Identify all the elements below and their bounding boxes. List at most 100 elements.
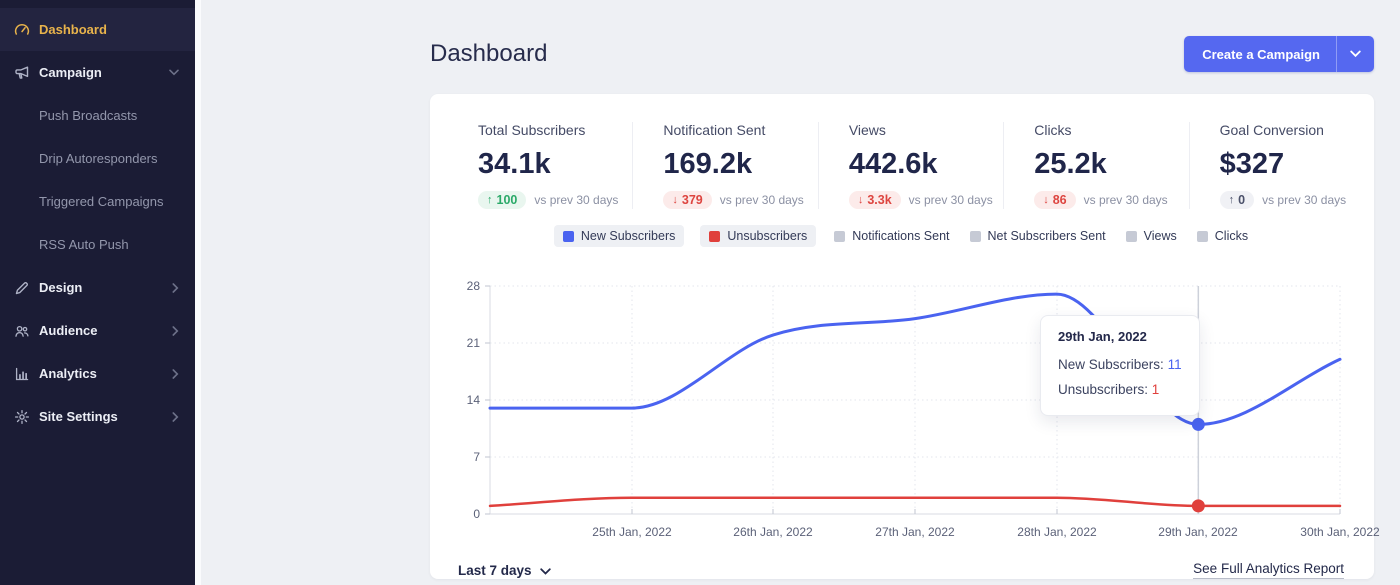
delta-suffix: vs prev 30 days — [1262, 193, 1347, 207]
gauge-icon — [14, 22, 30, 38]
stat-goal-conversion: Goal Conversion $327 ↑ 0 vs prev 30 days — [1188, 122, 1374, 209]
date-range-selector[interactable]: Last 7 days — [458, 563, 551, 578]
sidebar-item-label: Audience — [39, 323, 98, 338]
stat-delta: ↓ 379 vs prev 30 days — [663, 191, 817, 209]
delta-pill: ↓ 3.3k — [848, 191, 901, 209]
card-footer: Last 7 days See Full Analytics Report — [430, 551, 1374, 579]
tooltip-value: 1 — [1151, 382, 1160, 397]
chevron-down-icon — [539, 563, 551, 578]
stat-label: Notification Sent — [663, 122, 766, 138]
legend-label: Notifications Sent — [852, 229, 950, 243]
legend-label: Views — [1143, 229, 1177, 243]
date-range-label: Last 7 days — [458, 562, 532, 578]
stat-value: $327 — [1219, 148, 1285, 180]
stat-delta: ↑ 0 vs prev 30 days — [1219, 191, 1374, 209]
sidebar-item-label: Design — [39, 280, 83, 295]
stat-clicks: Clicks 25.2k ↓ 86 vs prev 30 days — [1003, 122, 1188, 209]
legend-swatch — [562, 230, 574, 242]
full-report-link[interactable]: See Full Analytics Report — [1193, 561, 1344, 579]
sidebar-item-triggered-campaigns[interactable]: Triggered Campaigns — [0, 180, 195, 223]
sidebar-item-dashboard[interactable]: Dashboard — [0, 8, 195, 51]
delta-value: 3.3k — [867, 193, 892, 207]
svg-text:27th Jan, 2022: 27th Jan, 2022 — [875, 525, 955, 539]
chart-gridlines — [490, 285, 1341, 514]
dashboard-card: Total Subscribers 34.1k ↑ 100 vs prev 30 … — [430, 94, 1380, 579]
svg-text:26th Jan, 2022: 26th Jan, 2022 — [733, 525, 813, 539]
sidebar-item-campaign[interactable]: Campaign — [0, 51, 195, 94]
sidebar-item-label: Campaign — [39, 65, 102, 80]
megaphone-icon — [14, 65, 30, 81]
chevron-right-icon — [172, 325, 179, 336]
stat-value: 34.1k — [478, 148, 551, 180]
legend-swatch — [969, 230, 981, 242]
stat-total-subscribers: Total Subscribers 34.1k ↑ 100 vs prev 30 … — [430, 122, 632, 209]
chevron-right-icon — [172, 411, 179, 422]
create-campaign-label: Create a Campaign — [1202, 46, 1320, 62]
sidebar-item-audience[interactable]: Audience — [0, 309, 195, 352]
sidebar-item-design[interactable]: Design — [0, 266, 195, 309]
tooltip-row: New Subscribers: 11 — [1058, 352, 1182, 377]
chevron-right-icon — [172, 368, 179, 379]
highlight-dot-new-subscribers[interactable] — [1191, 417, 1205, 431]
stats-row: Total Subscribers 34.1k ↑ 100 vs prev 30 … — [430, 122, 1374, 209]
legend-item-views[interactable]: Views — [1124, 225, 1179, 247]
series-line-unsubscribers — [488, 496, 1342, 508]
y-axis-labels: 0 7 14 21 28 — [467, 279, 481, 521]
bar-chart-icon — [14, 366, 30, 382]
pen-icon — [14, 280, 30, 296]
delta-value: 379 — [681, 193, 703, 207]
sidebar-item-rss-auto-push[interactable]: RSS Auto Push — [0, 223, 195, 266]
svg-text:14: 14 — [467, 393, 481, 407]
legend-label: Net Subscribers Sent — [987, 229, 1106, 243]
chart-tooltip: 29th Jan, 2022 New Subscribers: 11 Unsub… — [1040, 315, 1200, 416]
svg-text:7: 7 — [473, 450, 480, 464]
delta-pill: ↑ 100 — [478, 191, 527, 209]
svg-text:0: 0 — [473, 507, 480, 521]
delta-pill: ↓ 86 — [1034, 191, 1076, 209]
stat-delta: ↑ 100 vs prev 30 days — [478, 191, 632, 209]
sidebar-item-label: Site Settings — [39, 409, 118, 424]
page-header: Dashboard Create a Campaign — [430, 36, 1374, 72]
legend-label: Unsubscribers — [727, 229, 808, 243]
stat-delta: ↓ 3.3k vs prev 30 days — [848, 191, 1003, 209]
chart-svg: 0 7 14 21 28 25th Jan, 2022 26th Jan, 20… — [467, 279, 1380, 539]
sidebar-item-label: Triggered Campaigns — [39, 194, 164, 209]
delta-pill: ↓ 379 — [663, 191, 712, 209]
main-content: Dashboard Create a Campaign Total Subscr… — [201, 0, 1400, 585]
stat-value: 442.6k — [848, 148, 938, 180]
delta-value: 0 — [1238, 193, 1246, 207]
tooltip-label: New Subscribers: — [1058, 357, 1164, 372]
x-axis-labels: 25th Jan, 2022 26th Jan, 2022 27th Jan, … — [592, 525, 1380, 539]
legend-item-net-subscribers-sent[interactable]: Net Subscribers Sent — [968, 225, 1108, 247]
stat-label: Total Subscribers — [478, 122, 586, 138]
delta-value: 86 — [1052, 193, 1067, 207]
legend-item-new-subscribers[interactable]: New Subscribers — [553, 225, 685, 247]
create-campaign-button[interactable]: Create a Campaign — [1184, 36, 1374, 72]
chart-area: 0 7 14 21 28 25th Jan, 2022 26th Jan, 20… — [430, 251, 1380, 551]
delta-pill: ↑ 0 — [1219, 191, 1255, 209]
delta-suffix: vs prev 30 days — [719, 193, 804, 207]
sidebar-item-site-settings[interactable]: Site Settings — [0, 395, 195, 438]
sidebar: Dashboard Campaign Push Broadcasts Drip … — [0, 0, 195, 585]
sidebar-item-analytics[interactable]: Analytics — [0, 352, 195, 395]
legend-label: New Subscribers — [580, 229, 676, 243]
svg-text:28: 28 — [467, 279, 481, 293]
legend-item-clicks[interactable]: Clicks — [1195, 225, 1250, 247]
page-title: Dashboard — [430, 40, 548, 67]
sidebar-item-drip-autoresponders[interactable]: Drip Autoresponders — [0, 137, 195, 180]
legend-swatch — [1125, 230, 1137, 242]
stat-label: Clicks — [1034, 122, 1072, 138]
chevron-down-icon[interactable] — [1337, 36, 1374, 72]
sidebar-item-push-broadcasts[interactable]: Push Broadcasts — [0, 94, 195, 137]
sidebar-item-label: Drip Autoresponders — [39, 151, 158, 166]
legend-item-notifications-sent[interactable]: Notifications Sent — [832, 225, 951, 247]
sidebar-item-label: Dashboard — [39, 22, 107, 37]
tooltip-row: Unsubscribers: 1 — [1058, 377, 1182, 402]
svg-text:25th Jan, 2022: 25th Jan, 2022 — [592, 525, 672, 539]
svg-text:29th Jan, 2022: 29th Jan, 2022 — [1158, 525, 1238, 539]
highlight-dot-unsubscribers[interactable] — [1191, 499, 1205, 513]
trend-down-icon: ↓ — [1043, 194, 1049, 206]
tooltip-label: Unsubscribers: — [1058, 382, 1149, 397]
trend-down-icon: ↓ — [672, 194, 678, 206]
legend-item-unsubscribers[interactable]: Unsubscribers — [700, 225, 817, 247]
